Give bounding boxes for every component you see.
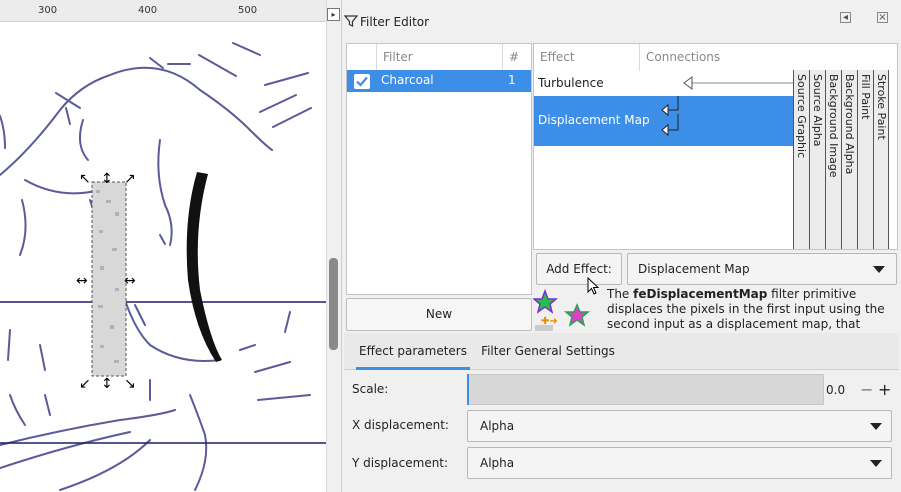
chevron-down-icon	[873, 266, 885, 273]
connection-arrows	[661, 76, 793, 137]
scale-slider[interactable]	[468, 374, 824, 405]
panel-close-icon[interactable]: ×	[877, 12, 888, 23]
y-displacement-label: Y displacement:	[352, 456, 449, 470]
svg-text:↔: ↔	[124, 273, 136, 289]
add-effect-button[interactable]: Add Effect:	[536, 253, 622, 285]
svg-text:↔: ↔	[76, 273, 88, 289]
horizontal-ruler: 300 400 500	[0, 0, 326, 22]
input-source-alpha[interactable]: Source Alpha	[809, 70, 825, 249]
filter-name: Charcoal	[381, 73, 434, 87]
chevron-down-icon	[870, 423, 882, 430]
new-filter-button[interactable]: New	[346, 298, 532, 331]
canvas-drawing: ↖ ↕ ↗ ↔ ↔ ↙ ↕ ↘	[0, 42, 326, 491]
ruler-tick-label: 500	[238, 5, 258, 16]
svg-text:↕: ↕	[101, 376, 113, 392]
filter-enabled-checkbox[interactable]	[354, 74, 370, 89]
effect-description: The feDisplacementMap filter primitive d…	[607, 287, 885, 331]
scale-decrement-button[interactable]: −	[860, 380, 873, 399]
svg-text:↕: ↕	[101, 171, 113, 187]
tab-effect-parameters[interactable]: Effect parameters	[356, 335, 470, 370]
y-displacement-dropdown[interactable]: Alpha	[467, 447, 892, 479]
chevron-down-icon	[870, 460, 882, 467]
scale-increment-button[interactable]: +	[878, 380, 891, 399]
canvas-vertical-scrollbar[interactable]	[326, 0, 341, 492]
effect-type-dropdown[interactable]: Displacement Map	[627, 253, 897, 285]
panel-collapse-icon[interactable]: ◂	[840, 12, 851, 23]
ruler-tick-label: 300	[38, 5, 58, 16]
scale-value: 0.0	[826, 383, 846, 397]
input-source-graphic[interactable]: Source Graphic	[793, 70, 809, 249]
x-displacement-value: Alpha	[480, 419, 515, 433]
filter-funnel-icon	[344, 15, 358, 27]
count-column-header[interactable]: #	[503, 44, 531, 71]
filter-row[interactable]: Charcoal 1	[347, 70, 531, 92]
ruler-tick-label: 400	[138, 5, 158, 16]
scale-label: Scale:	[352, 382, 389, 396]
connections-column-header[interactable]: Connections	[640, 44, 897, 71]
x-displacement-label: X displacement:	[352, 418, 449, 432]
effect-name: Displacement Map	[538, 113, 650, 127]
effect-description-keyword: feDisplacementMap	[633, 287, 768, 301]
input-fill-paint[interactable]: Fill Paint	[857, 70, 873, 249]
effect-column-header[interactable]: Effect	[534, 44, 640, 71]
effect-type-value: Displacement Map	[638, 262, 750, 276]
displacement-effect-icon: ✚➜	[533, 289, 591, 331]
input-stroke-paint[interactable]: Stroke Paint	[873, 70, 889, 249]
panel-title: Filter Editor	[360, 15, 430, 29]
dock-toggle-icon[interactable]: ▸	[327, 8, 340, 21]
y-displacement-value: Alpha	[480, 456, 515, 470]
input-background-alpha[interactable]: Background Alpha	[841, 70, 857, 249]
svg-text:↙: ↙	[79, 376, 91, 392]
effect-name: Turbulence	[538, 76, 604, 90]
filter-column-header[interactable]: Filter	[377, 44, 503, 71]
input-background-image[interactable]: Background Image	[825, 70, 841, 249]
svg-text:↖: ↖	[79, 171, 91, 187]
tab-filter-general-settings[interactable]: Filter General Settings	[480, 335, 616, 370]
checkmark-icon	[356, 76, 368, 87]
scale-slider-handle[interactable]	[467, 374, 469, 405]
scrollbar-thumb[interactable]	[329, 258, 338, 350]
filter-check-header	[347, 44, 377, 71]
svg-text:↗: ↗	[124, 171, 136, 187]
x-displacement-dropdown[interactable]: Alpha	[467, 410, 892, 442]
svg-text:↘: ↘	[124, 376, 136, 392]
drawing-canvas[interactable]: ↖ ↕ ↗ ↔ ↔ ↙ ↕ ↘	[0, 0, 326, 492]
filter-count: 1	[508, 73, 516, 87]
